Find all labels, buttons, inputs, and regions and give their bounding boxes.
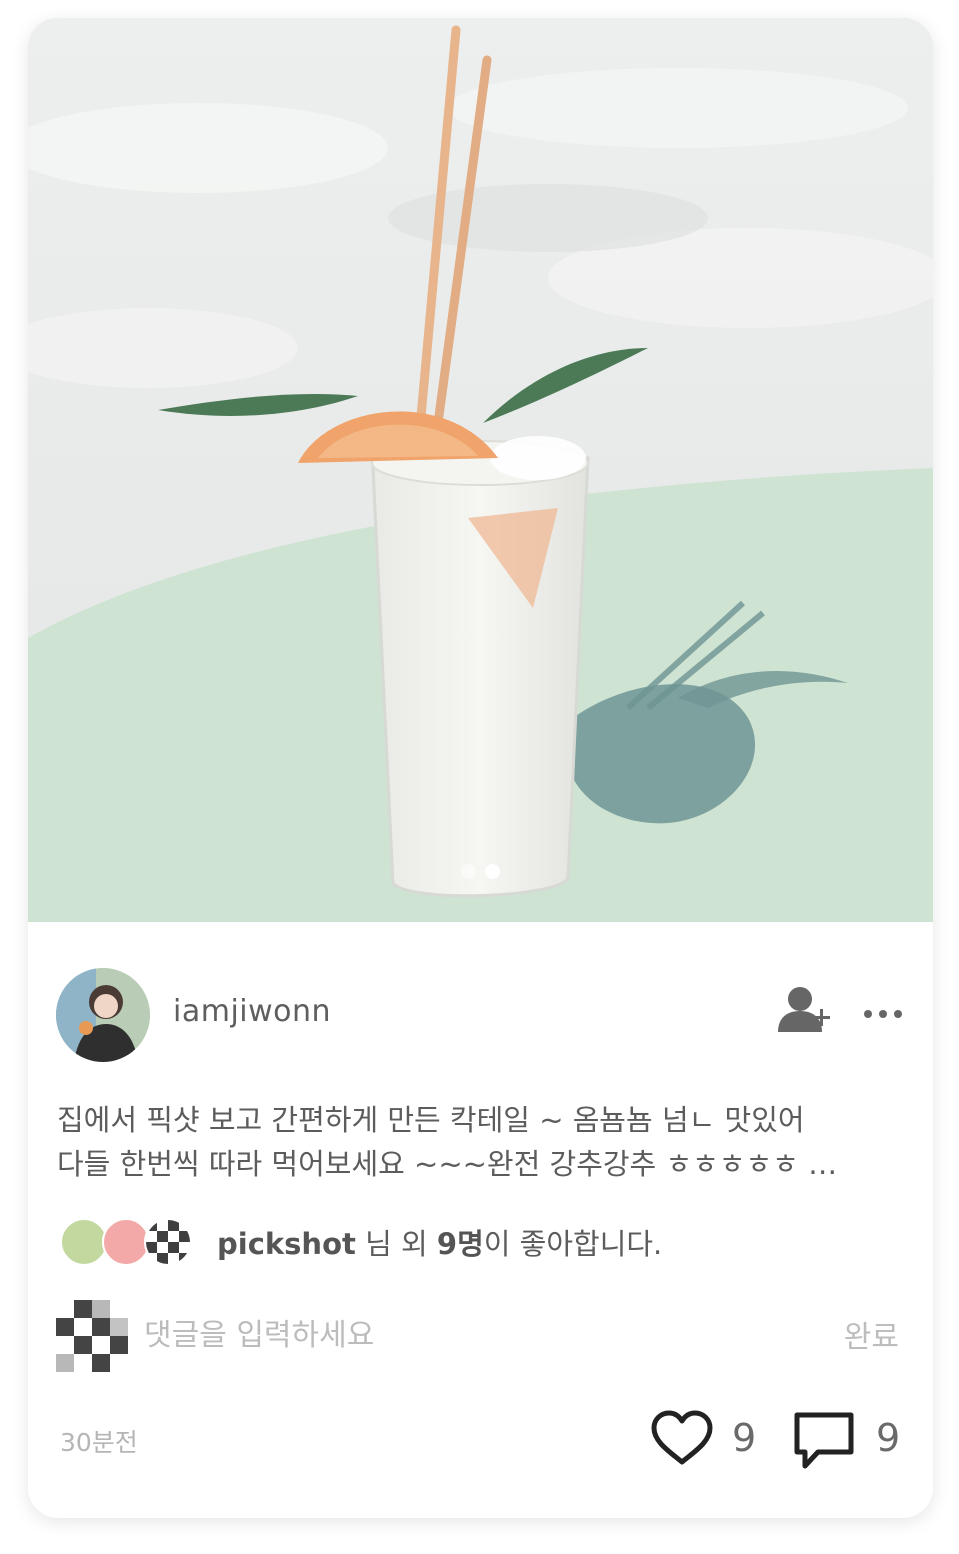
likes-text-part: 님 외: [355, 1227, 437, 1261]
likes-summary[interactable]: pickshot 님 외 9명이 좋아합니다.: [217, 1221, 662, 1263]
more-options-button[interactable]: [862, 993, 904, 1033]
comment-input[interactable]: [144, 1312, 744, 1358]
like-button[interactable]: [650, 1410, 714, 1468]
post-card: iamjiwonn 집에서 픽샷 보고 간편하게 만든 칵테일 ~ 옴뇸뇸 넘ㄴ…: [28, 18, 933, 1518]
liked-by-avatars[interactable]: [60, 1218, 200, 1270]
like-count: 9: [732, 1416, 757, 1460]
my-avatar: [56, 1300, 128, 1372]
first-liker-name[interactable]: pickshot: [217, 1227, 356, 1261]
add-user-icon: [778, 987, 830, 1032]
comment-button[interactable]: [792, 1410, 856, 1472]
post-caption[interactable]: 집에서 픽샷 보고 간편하게 만든 칵테일 ~ 옴뇸뇸 넘ㄴ 맛있어 다들 한번…: [57, 1098, 902, 1186]
follow-button[interactable]: [778, 984, 836, 1040]
cocktail-image: [28, 18, 933, 922]
checker-avatar-icon: [146, 1220, 190, 1264]
more-horizontal-icon: [864, 1010, 902, 1018]
carousel-indicator: [28, 864, 933, 879]
checker-avatar-icon: [56, 1300, 128, 1372]
likes-others-count[interactable]: 9명: [437, 1227, 484, 1261]
liker-avatar: [102, 1218, 150, 1266]
author-photo: [56, 968, 150, 1062]
liker-avatar: [144, 1218, 192, 1266]
carousel-dot-active[interactable]: [485, 864, 500, 879]
carousel-dot[interactable]: [461, 864, 476, 879]
liker-avatar: [60, 1218, 108, 1266]
comment-submit-button[interactable]: 완료: [844, 1312, 899, 1356]
author-username[interactable]: iamjiwonn: [173, 994, 331, 1029]
post-photo[interactable]: [28, 18, 933, 922]
heart-icon: [651, 1410, 713, 1465]
speech-bubble-icon: [794, 1412, 854, 1469]
comment-count: 9: [876, 1416, 901, 1460]
caption-line: 다들 한번씩 따라 먹어보세요 ~~~완전 강추강추 ㅎㅎㅎㅎㅎ …: [57, 1147, 838, 1181]
post-timestamp: 30분전: [60, 1428, 138, 1457]
likes-text-part: 이 좋아합니다.: [483, 1227, 663, 1261]
author-avatar[interactable]: [56, 968, 150, 1062]
caption-line: 집에서 픽샷 보고 간편하게 만든 칵테일 ~ 옴뇸뇸 넘ㄴ 맛있어: [57, 1103, 805, 1137]
